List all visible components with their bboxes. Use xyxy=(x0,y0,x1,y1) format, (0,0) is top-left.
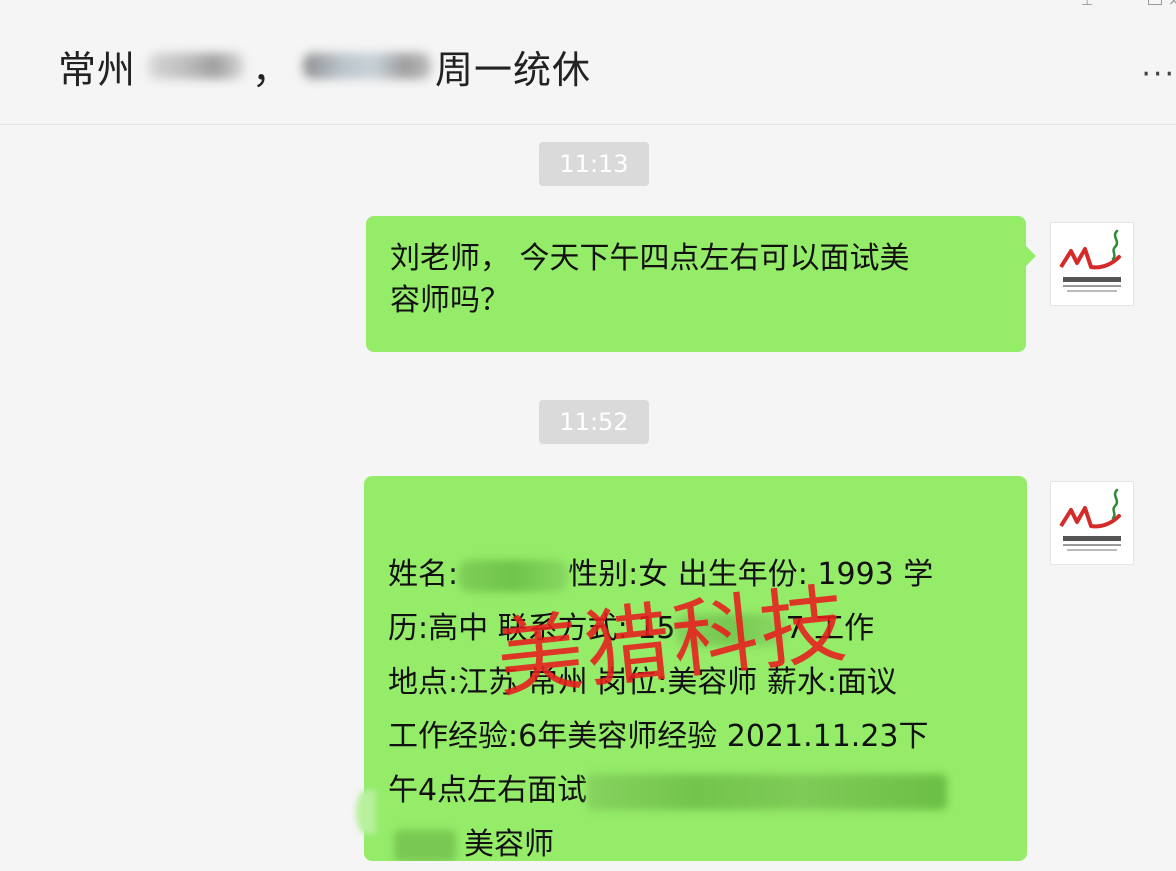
window-controls: ⊥ × xyxy=(876,0,1176,8)
redacted-region xyxy=(675,613,786,646)
more-options-button[interactable]: ··· xyxy=(1141,60,1176,90)
avatar[interactable] xyxy=(1050,481,1134,565)
close-icon[interactable]: × xyxy=(1168,0,1176,8)
chat-header: ⊥ × 常州 ， 周一统休 ··· xyxy=(0,0,1176,125)
message-timestamp: 11:13 xyxy=(539,142,649,186)
message-bubble[interactable]: 刘老师， 今天下午四点左右可以面试美 容师吗？ xyxy=(366,216,1036,352)
meilie-logo-icon xyxy=(1059,488,1121,551)
redacted-region xyxy=(587,773,948,810)
message-bubble[interactable]: 姓名: 性别:女 出生年份: 1993 学 历:高中 联系方式: 15 7 工作 地… xyxy=(364,476,1027,861)
redacted-region xyxy=(148,53,245,79)
field-text: 历:高中 联系方式: 15 xyxy=(388,611,676,646)
field-text: 7 工作 xyxy=(785,611,875,646)
redacted-region xyxy=(356,790,376,834)
chat-title: 常州 ， 周一统休 xyxy=(58,36,591,96)
redacted-region xyxy=(458,559,569,592)
field-label: 姓名: xyxy=(388,557,459,592)
message-text-line: 美容师 xyxy=(388,818,1007,861)
message-text-line: 工作经验:6年美容师经验 2021.11.23下 xyxy=(388,719,929,754)
chat-title-prefix: 常州 xyxy=(58,47,137,92)
message-text-line: 历:高中 联系方式: 15 7 工作 xyxy=(388,602,1007,656)
chat-title-suffix: 周一统休 xyxy=(435,47,592,92)
redacted-region xyxy=(394,829,456,861)
message-text-line: 姓名: 性别:女 出生年份: 1993 学 xyxy=(388,548,1007,602)
redacted-region xyxy=(303,53,432,79)
chat-title-separator: ， xyxy=(252,47,292,92)
message-text-line: 地点:江苏 常州 岗位:美容师 薪水:面议 xyxy=(388,665,897,700)
message-text-line: 容师吗？ xyxy=(390,283,510,318)
maximize-icon[interactable] xyxy=(1148,0,1162,5)
field-text: 午4点左右面试 xyxy=(388,773,588,808)
field-text: 性别:女 出生年份: 1993 学 xyxy=(568,557,934,592)
meilie-logo-icon xyxy=(1059,229,1121,292)
message-text-line: 刘老师， 今天下午四点左右可以面试美 xyxy=(390,241,910,276)
avatar[interactable] xyxy=(1050,222,1134,306)
pin-icon[interactable]: ⊥ xyxy=(1081,0,1093,8)
message-timestamp: 11:52 xyxy=(539,400,649,444)
field-text: 美容师 xyxy=(464,827,554,861)
message-text-line: 午4点左右面试 xyxy=(388,764,1007,818)
